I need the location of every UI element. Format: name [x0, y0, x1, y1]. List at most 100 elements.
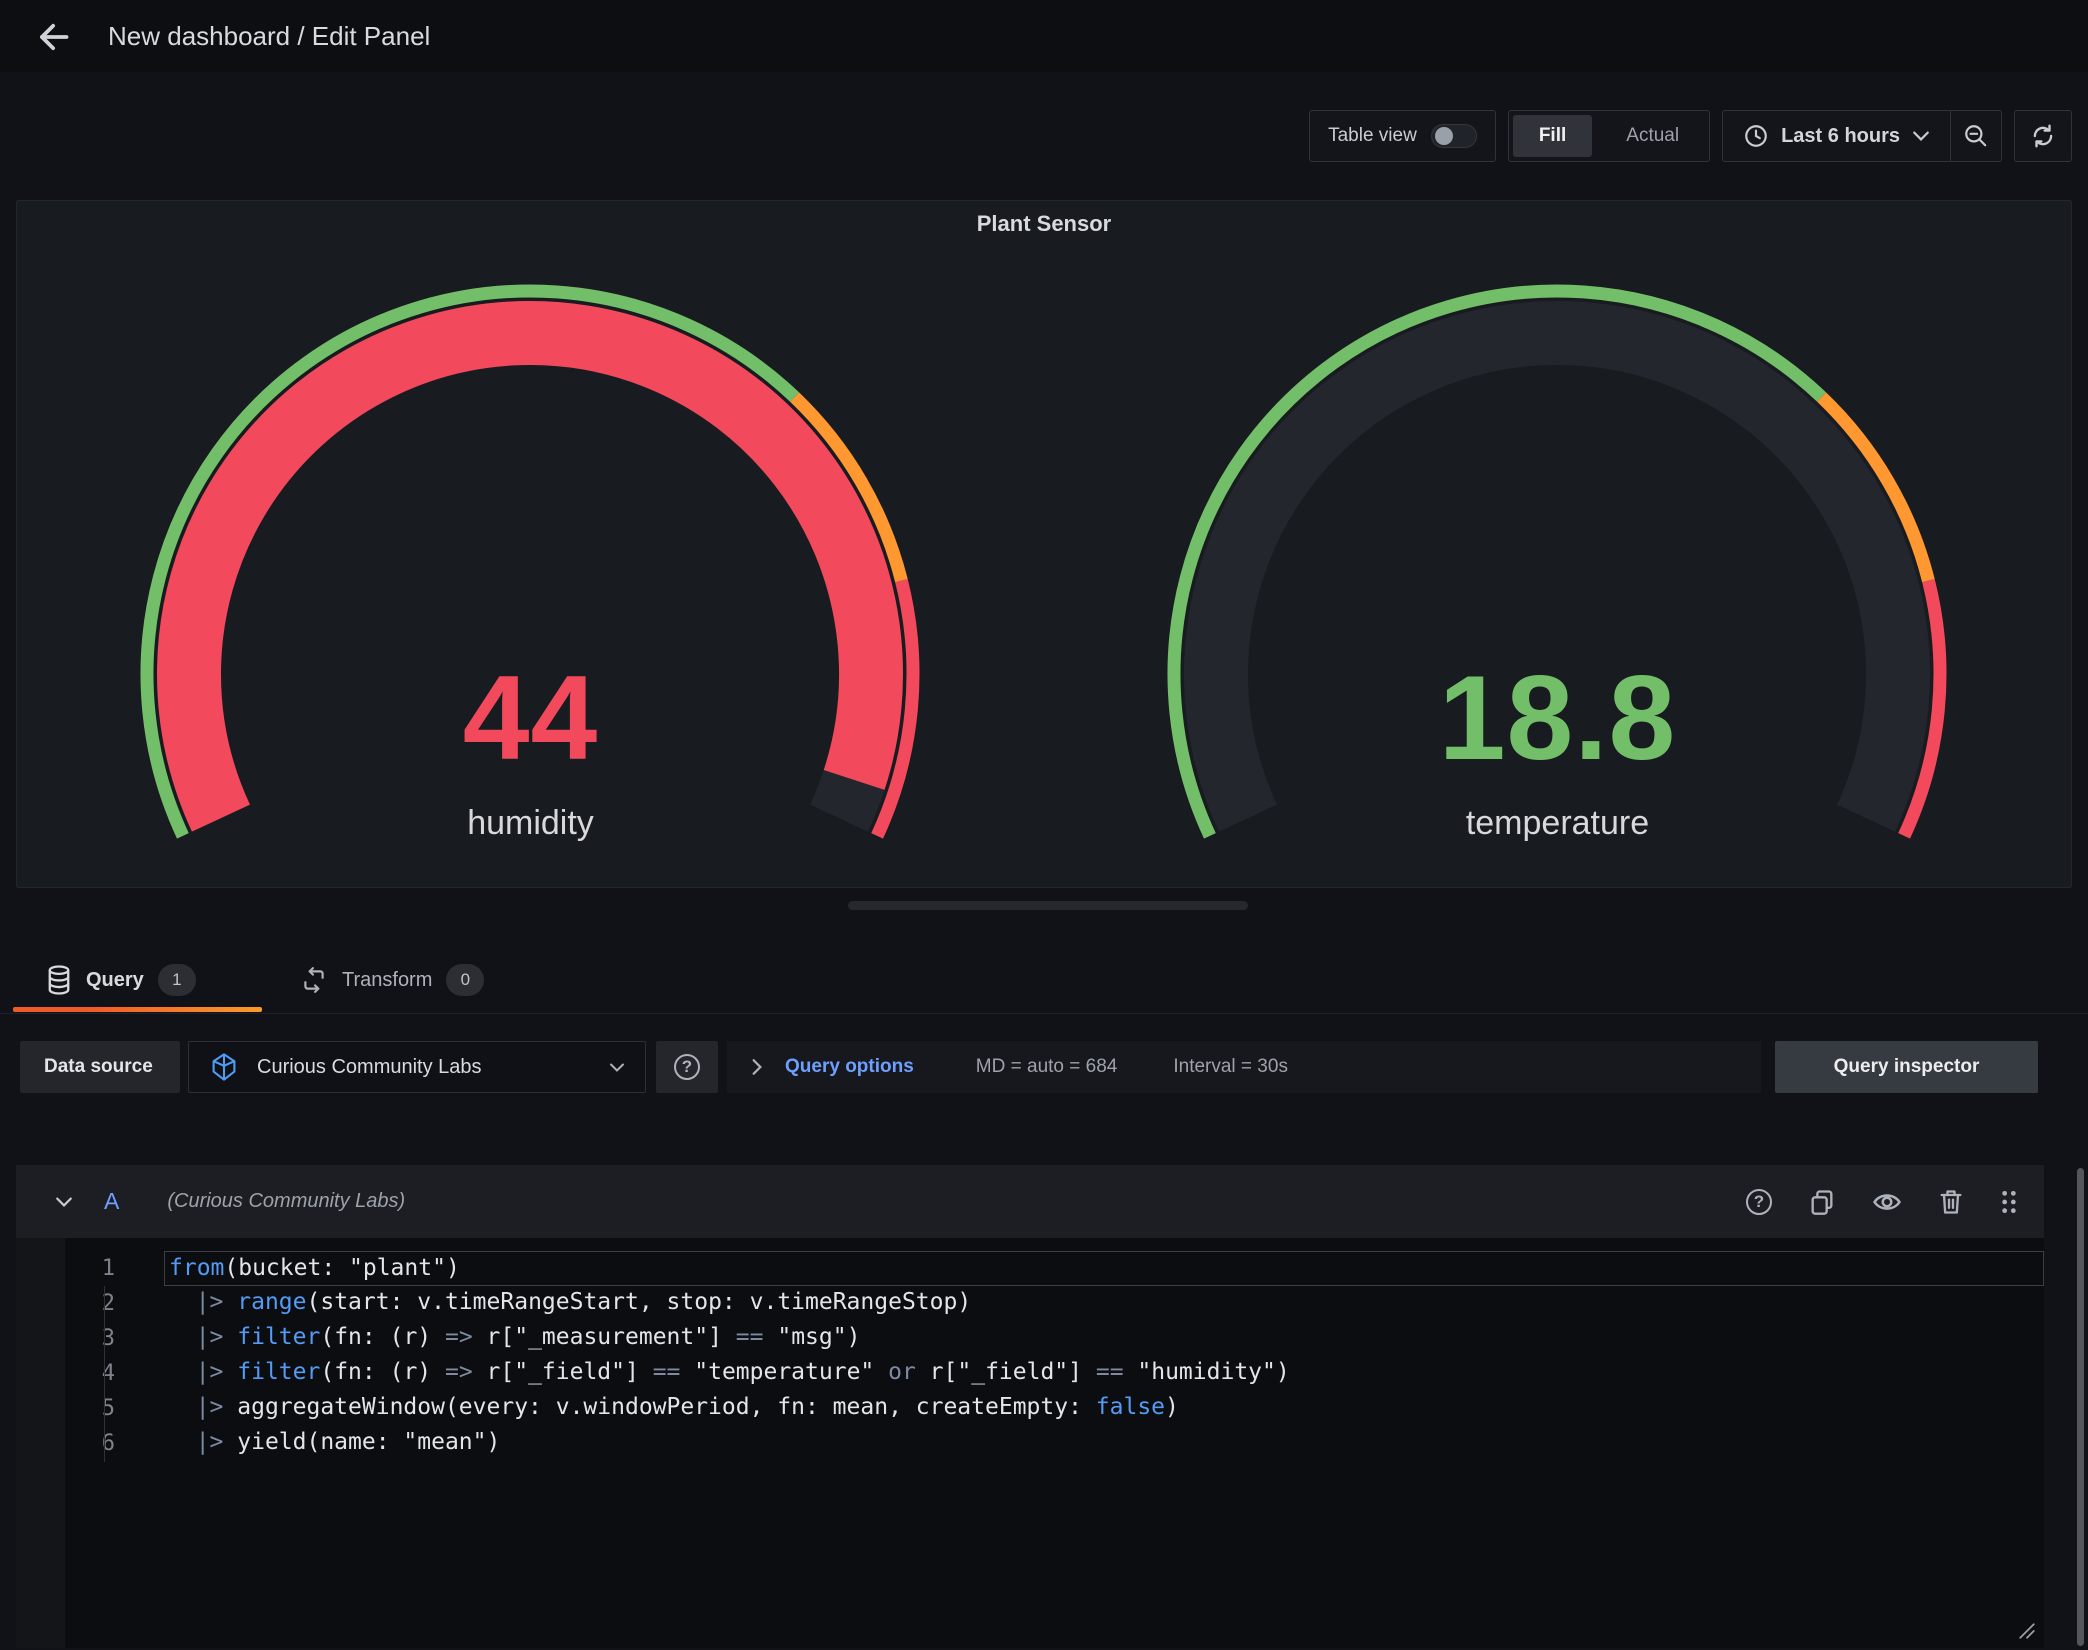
query-card-header: A (Curious Community Labs) ? [16, 1165, 2044, 1238]
code-token: or [888, 1359, 916, 1385]
max-data-points-stat: MD = auto = 684 [976, 1056, 1118, 1078]
table-view-toggle[interactable] [1431, 124, 1477, 148]
code-token: (fn: (r) [320, 1359, 445, 1385]
query-datasource-note: (Curious Community Labs) [167, 1190, 405, 1213]
indent-guide [104, 1286, 105, 1462]
code-token [223, 1359, 237, 1385]
code-token: |> [196, 1359, 224, 1385]
page-title: New dashboard / Edit Panel [108, 0, 430, 72]
code-line[interactable]: |> filter(fn: (r) => r["_field"] == "tem… [164, 1356, 2044, 1391]
panel-title: Plant Sensor [17, 211, 2071, 237]
datasource-gem-icon [209, 1052, 239, 1082]
fill-option[interactable]: Fill [1513, 115, 1592, 157]
datasource-row: Data source Curious Community Labs ? Que… [0, 1041, 2088, 1093]
code-line[interactable]: from(bucket: "plant") [164, 1251, 2044, 1286]
editor-resize-handle[interactable] [2018, 1622, 2036, 1640]
code-token: r["_field"] [916, 1359, 1096, 1385]
query-help-button[interactable]: ? [1746, 1189, 1772, 1215]
collapse-query-button[interactable] [46, 1196, 82, 1208]
clock-icon [1743, 123, 1769, 149]
code-token [168, 1429, 196, 1455]
code-token: r["_measurement"] [473, 1324, 736, 1350]
datasource-selected: Curious Community Labs [257, 1056, 591, 1079]
time-range-label: Last 6 hours [1781, 125, 1900, 148]
code-token: "msg") [764, 1324, 861, 1350]
resize-corner-icon [2018, 1622, 2036, 1640]
query-inspector-button[interactable]: Query inspector [1775, 1041, 2038, 1093]
arrow-left-icon [33, 18, 71, 56]
panel-toolbar: Table view Fill Actual Last 6 hours [16, 110, 2072, 162]
refresh-button[interactable] [2014, 110, 2072, 162]
datasource-help-button[interactable]: ? [656, 1041, 718, 1093]
code-line[interactable]: |> aggregateWindow(every: v.windowPeriod… [164, 1391, 2044, 1426]
tab-query[interactable]: Query 1 [46, 950, 196, 1010]
code-token: range [237, 1289, 306, 1315]
code-token: "humidity") [1124, 1359, 1290, 1385]
code-token: filter [237, 1359, 320, 1385]
code-token: (start: v.timeRangeStart, stop: v.timeRa… [307, 1289, 972, 1315]
query-options-label: Query options [785, 1056, 914, 1078]
line-number: 5 [65, 1391, 150, 1426]
magnifier-minus-icon [1963, 123, 1989, 149]
actual-option[interactable]: Actual [1600, 115, 1705, 157]
line-number: 1 [65, 1251, 150, 1286]
question-circle-icon: ? [1746, 1189, 1772, 1215]
query-card: A (Curious Community Labs) ? 123456 from… [16, 1165, 2044, 1648]
code-token: from [169, 1255, 224, 1281]
panel-resize-handle[interactable] [848, 901, 1248, 910]
transform-icon [300, 966, 328, 994]
code-token: r["_field"] [473, 1359, 653, 1385]
back-button[interactable] [30, 15, 74, 59]
database-icon [46, 965, 72, 995]
copy-icon [1808, 1188, 1836, 1216]
gauge-humidity: 44 humidity [17, 259, 1044, 881]
code-token: ) [1165, 1394, 1179, 1420]
tab-transform-count-badge: 0 [446, 964, 484, 996]
code-token: == [653, 1359, 681, 1385]
time-picker: Last 6 hours [1722, 110, 2002, 162]
gauge-value: 18.8 [1044, 649, 2071, 787]
code-token: |> [196, 1394, 224, 1420]
code-token: => [445, 1324, 473, 1350]
interval-stat: Interval = 30s [1173, 1056, 1288, 1078]
delete-query-button[interactable] [1938, 1188, 1964, 1216]
code-token: yield(name: "mean") [223, 1429, 500, 1455]
toggle-query-visibility-button[interactable] [1872, 1190, 1902, 1214]
fill-actual-group: Fill Actual [1508, 110, 1710, 162]
line-number: 2 [65, 1286, 150, 1321]
refresh-icon [2030, 123, 2056, 149]
line-number: 3 [65, 1321, 150, 1356]
code-line[interactable]: |> filter(fn: (r) => r["_measurement"] =… [164, 1321, 2044, 1356]
top-bar: New dashboard / Edit Panel [0, 0, 2088, 72]
code-token: |> [196, 1289, 224, 1315]
datasource-label: Data source [20, 1041, 180, 1093]
code-line[interactable]: |> yield(name: "mean") [164, 1426, 2044, 1461]
gauge-field-label: temperature [1044, 804, 2071, 843]
table-view-label: Table view [1328, 125, 1417, 147]
code-line[interactable]: |> range(start: v.timeRangeStart, stop: … [164, 1286, 2044, 1321]
code-token [223, 1289, 237, 1315]
code-token: (fn: (r) [320, 1324, 445, 1350]
grip-dots-icon [2000, 1189, 2018, 1215]
query-options-toggle[interactable]: Query options [751, 1056, 914, 1078]
editor-code[interactable]: from(bucket: "plant") |> range(start: v.… [150, 1238, 2044, 1648]
zoom-out-time-button[interactable] [1951, 111, 2001, 161]
time-range-button[interactable]: Last 6 hours [1723, 111, 1950, 161]
editor-gutter: 123456 [65, 1238, 150, 1648]
query-ref-id[interactable]: A [104, 1188, 119, 1215]
line-number: 4 [65, 1356, 150, 1391]
active-tab-underline [13, 1007, 262, 1012]
duplicate-query-button[interactable] [1808, 1188, 1836, 1216]
query-options-bar: Query options MD = auto = 684 Interval =… [727, 1041, 1761, 1093]
code-token [168, 1289, 196, 1315]
gauge-temperature: 18.8 temperature [1044, 259, 2071, 881]
code-token [168, 1324, 196, 1350]
tab-transform[interactable]: Transform 0 [300, 950, 484, 1010]
table-view-control: Table view [1309, 110, 1496, 162]
tab-transform-label: Transform [342, 969, 432, 992]
flux-code-editor[interactable]: 123456 from(bucket: "plant") |> range(st… [65, 1238, 2044, 1648]
drag-query-handle[interactable] [2000, 1189, 2018, 1215]
datasource-picker[interactable]: Curious Community Labs [188, 1041, 646, 1093]
scrollbar-thumb[interactable] [2077, 1168, 2084, 1646]
editor-tabs: Query 1 Transform 0 [0, 950, 2088, 1014]
